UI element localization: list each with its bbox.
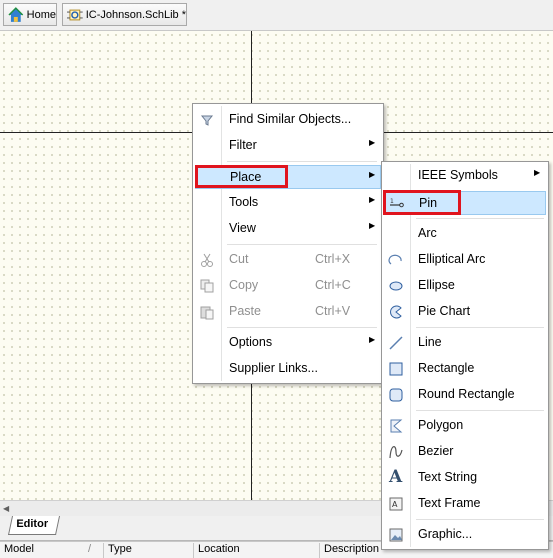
submenu-arrow-icon: ▶ [534, 168, 541, 177]
submenu-item-text-string[interactable]: A Text String [384, 466, 546, 490]
round-rectangle-label: Round Rectangle [418, 387, 515, 401]
annotation-box-pin [383, 190, 461, 215]
column-header-location[interactable]: Location [194, 543, 320, 558]
schlib-document-tab[interactable]: IC-Johnson.SchLib * [62, 3, 187, 26]
rectangle-label: Rectangle [418, 361, 475, 375]
submenu-arrow-icon: ▶ [369, 170, 376, 179]
schlib-document-tab-label: IC-Johnson.SchLib * [85, 8, 186, 21]
ellipse-icon [389, 281, 403, 291]
column-header-type[interactable]: Type [104, 543, 194, 558]
paste-icon [200, 306, 214, 320]
menu-item-filter[interactable]: Filter ▶ [195, 134, 381, 158]
scissors-icon [201, 253, 213, 267]
pie-chart-label: Pie Chart [418, 304, 471, 318]
copy-icon [200, 279, 214, 293]
home-icon [8, 6, 24, 22]
text-string-icon: A [389, 467, 403, 487]
menu-item-supplier-links[interactable]: Supplier Links... [195, 357, 381, 381]
graphic-icon [389, 528, 403, 542]
submenu-arrow-icon: ▶ [369, 221, 376, 230]
tools-label: Tools [229, 195, 259, 209]
menu-item-copy[interactable]: Copy Ctrl+C [195, 274, 381, 298]
graphic-label: Graphic... [418, 527, 473, 541]
submenu-item-polygon[interactable]: Polygon [384, 414, 546, 438]
menu-item-paste[interactable]: Paste Ctrl+V [195, 300, 381, 324]
scroll-left-arrow-icon[interactable]: ◀ [3, 504, 9, 513]
submenu-item-line[interactable]: Line [384, 331, 546, 355]
document-tab-bar: Home IC-Johnson.SchLib * [0, 0, 553, 31]
polygon-icon [390, 419, 403, 433]
column-location-label: Location [198, 543, 240, 555]
submenu-item-ellipse[interactable]: Ellipse [384, 274, 546, 298]
arc-label: Arc [418, 226, 437, 240]
svg-text:A: A [392, 500, 398, 509]
ieee-symbols-label: IEEE Symbols [418, 168, 498, 182]
home-tab-label: Home [26, 8, 56, 21]
elliptical-arc-icon [388, 254, 402, 265]
submenu-item-arc[interactable]: Arc [384, 222, 546, 246]
menu-separator [416, 519, 544, 520]
column-description-label: Description [324, 543, 380, 555]
line-icon [389, 336, 403, 350]
find-similar-label: Find Similar Objects... [229, 112, 352, 126]
view-label: View [229, 221, 256, 235]
cut-label: Cut [229, 252, 249, 266]
menu-item-view[interactable]: View ▶ [195, 217, 381, 241]
copy-label: Copy [229, 278, 259, 292]
column-header-model[interactable]: Model / [0, 543, 104, 558]
options-label: Options [229, 335, 273, 349]
menu-item-find-similar[interactable]: Find Similar Objects... [195, 108, 381, 132]
home-tab[interactable]: Home [3, 3, 57, 26]
menu-separator [227, 244, 377, 245]
round-rectangle-icon [389, 388, 403, 402]
cut-shortcut: Ctrl+X [315, 252, 351, 266]
supplier-links-label: Supplier Links... [229, 361, 318, 375]
copy-shortcut: Ctrl+C [315, 278, 351, 292]
submenu-item-ieee-symbols[interactable]: IEEE Symbols ▶ [384, 164, 546, 188]
bezier-label: Bezier [418, 444, 454, 458]
paste-shortcut: Ctrl+V [315, 304, 351, 318]
menu-separator [227, 161, 377, 162]
submenu-item-round-rectangle[interactable]: Round Rectangle [384, 383, 546, 407]
menu-separator [416, 218, 544, 219]
column-type-label: Type [108, 543, 132, 555]
rectangle-icon [389, 362, 403, 376]
submenu-item-rectangle[interactable]: Rectangle [384, 357, 546, 381]
funnel-icon [200, 115, 214, 126]
editor-tab[interactable]: Editor [7, 516, 61, 535]
line-label: Line [418, 335, 442, 349]
text-string-label: Text String [418, 470, 478, 484]
submenu-arrow-icon: ▶ [369, 335, 376, 344]
annotation-box-place [195, 165, 288, 188]
elliptical-arc-label: Elliptical Arc [418, 252, 486, 266]
submenu-item-bezier[interactable]: Bezier [384, 440, 546, 464]
paste-label: Paste [229, 304, 261, 318]
pie-chart-icon [390, 305, 402, 319]
menu-separator [416, 410, 544, 411]
submenu-item-graphic[interactable]: Graphic... [384, 523, 546, 547]
sort-slash-icon: / [88, 543, 92, 555]
column-model-label: Model [4, 543, 34, 555]
editor-tab-label: Editor [16, 518, 49, 530]
submenu-arrow-icon: ▶ [369, 138, 376, 147]
place-submenu: IEEE Symbols ▶ 1 Pin Arc Elliptical Arc … [381, 161, 549, 550]
bezier-icon [389, 446, 403, 459]
schematic-library-icon [67, 9, 83, 20]
submenu-item-elliptical-arc[interactable]: Elliptical Arc [384, 248, 546, 272]
polygon-label: Polygon [418, 418, 464, 432]
submenu-item-text-frame[interactable]: A Text Frame [384, 492, 546, 516]
text-frame-label: Text Frame [418, 496, 481, 510]
menu-separator [416, 327, 544, 328]
ellipse-label: Ellipse [418, 278, 455, 292]
menu-item-cut[interactable]: Cut Ctrl+X [195, 248, 381, 272]
submenu-item-pie-chart[interactable]: Pie Chart [384, 300, 546, 324]
menu-item-tools[interactable]: Tools ▶ [195, 191, 381, 215]
filter-label: Filter [229, 138, 257, 152]
menu-item-options[interactable]: Options ▶ [195, 331, 381, 355]
menu-separator [227, 327, 377, 328]
text-frame-icon: A [389, 497, 403, 511]
context-menu: Find Similar Objects... Filter ▶ Place ▶… [192, 103, 384, 384]
submenu-arrow-icon: ▶ [369, 195, 376, 204]
